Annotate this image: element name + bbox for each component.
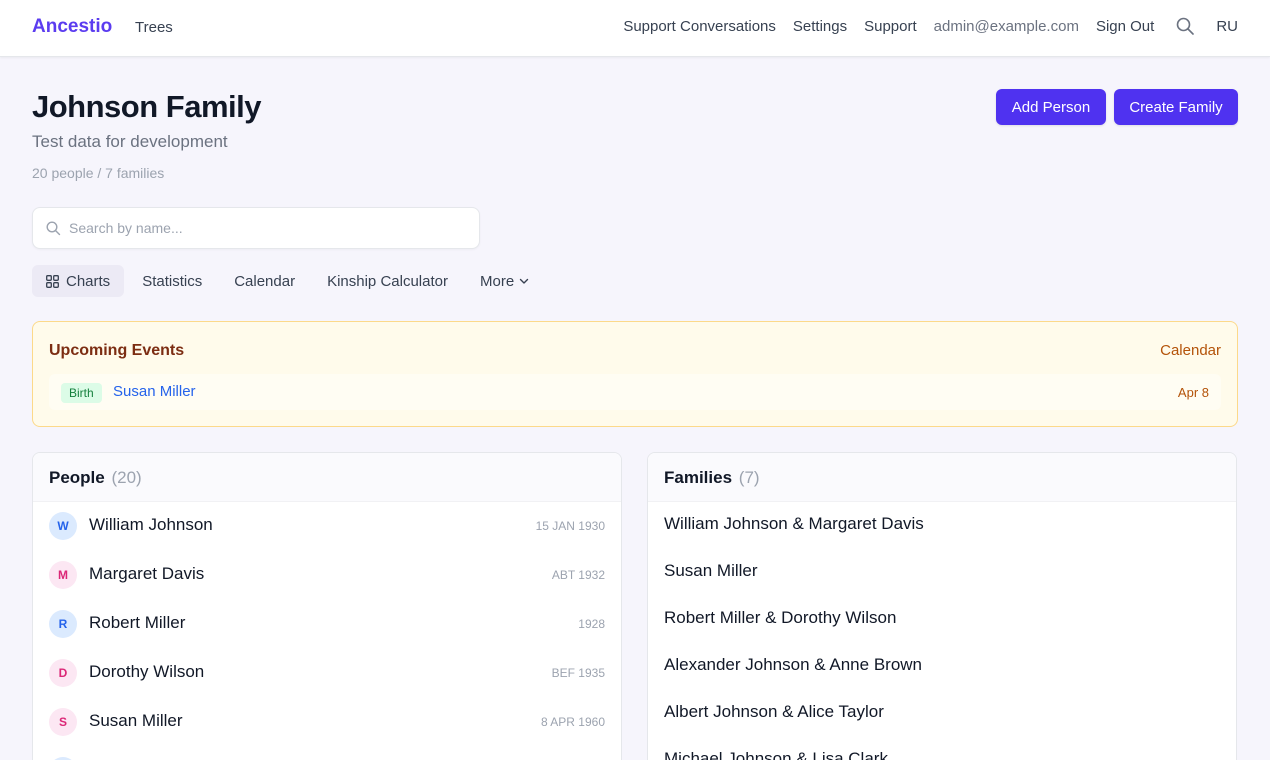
tab-more[interactable]: More: [466, 265, 543, 297]
avatar: W: [49, 512, 77, 540]
person-birth-date: BEF 1935: [551, 666, 605, 680]
person-name: William Johnson: [89, 515, 213, 534]
avatar: R: [49, 610, 77, 638]
family-row[interactable]: Alexander Johnson & Anne Brown: [648, 643, 1236, 690]
families-title: Families: [664, 468, 733, 487]
tab-label: More: [479, 272, 515, 290]
avatar: M: [49, 561, 77, 589]
person-birth-date: 1928: [578, 617, 605, 631]
sign-out-link[interactable]: Sign Out: [1096, 18, 1154, 35]
person-row[interactable]: S Susan Miller 8 APR 1960: [33, 698, 621, 747]
avatar: D: [49, 659, 77, 687]
person-row[interactable]: [33, 747, 621, 760]
person-row[interactable]: M Margaret Davis ABT 1932: [33, 551, 621, 600]
family-row[interactable]: Susan Miller: [648, 549, 1236, 596]
nav-link-support-conversations[interactable]: Support Conversations: [623, 18, 776, 35]
nav-link-trees[interactable]: Trees: [135, 19, 173, 36]
family-row[interactable]: Albert Johnson & Alice Taylor: [648, 690, 1236, 737]
chevron-down-icon: [519, 278, 529, 284]
nav-link-settings[interactable]: Settings: [793, 18, 847, 35]
people-count: (20): [111, 468, 142, 487]
person-name: Robert Miller: [89, 613, 186, 632]
event-date: Apr 8: [1177, 385, 1209, 400]
family-row[interactable]: Robert Miller & Dorothy Wilson: [648, 596, 1236, 643]
search-box: [32, 207, 480, 249]
people-title: People: [49, 468, 105, 487]
tab-kinship-calculator[interactable]: Kinship Calculator: [313, 265, 462, 297]
user-email[interactable]: admin@example.com: [934, 18, 1079, 35]
search-icon[interactable]: [1176, 17, 1195, 35]
language-switcher[interactable]: RU: [1216, 18, 1238, 35]
family-row[interactable]: William Johnson & Margaret Davis: [648, 502, 1236, 549]
avatar: S: [49, 708, 77, 736]
tab-charts[interactable]: Charts: [32, 265, 125, 297]
page-title: Johnson Family: [32, 89, 261, 124]
families-panel-header: Families (7): [648, 453, 1236, 502]
person-row[interactable]: D Dorothy Wilson BEF 1935: [33, 649, 621, 698]
nav-right-group: Support Conversations Settings Support a…: [606, 17, 1238, 35]
families-panel: Families (7) William Johnson & Margaret …: [647, 452, 1237, 760]
upcoming-events-title: Upcoming Events: [49, 342, 185, 359]
tree-tabs: Charts Statistics Calendar Kinship Calcu…: [32, 265, 547, 297]
tab-label: Charts: [66, 272, 111, 290]
tab-calendar[interactable]: Calendar: [220, 265, 309, 297]
person-birth-date: 15 JAN 1930: [535, 519, 605, 533]
person-birth-date: 8 APR 1960: [540, 715, 605, 729]
person-row[interactable]: W William Johnson 15 JAN 1930: [33, 502, 621, 551]
people-list: W William Johnson 15 JAN 1930 M Margaret…: [33, 502, 621, 760]
brand-logo[interactable]: Ancestio: [32, 16, 112, 38]
event-person-link[interactable]: Susan Miller: [113, 383, 196, 400]
top-navigation-bar: Ancestio Trees Support Conversations Set…: [0, 0, 1270, 57]
person-birth-date: ABT 1932: [551, 568, 605, 582]
search-field-icon: [46, 221, 61, 236]
families-count: (7): [738, 468, 760, 487]
tab-label: Calendar: [234, 272, 296, 290]
nav-link-support[interactable]: Support: [864, 18, 917, 35]
person-name: Dorothy Wilson: [89, 662, 205, 681]
tab-label: Statistics: [142, 272, 203, 290]
person-name: Margaret Davis: [89, 564, 205, 583]
grid-icon: [46, 274, 59, 288]
family-row[interactable]: Michael Johnson & Lisa Clark: [648, 737, 1236, 760]
event-type-badge: Birth: [61, 383, 102, 403]
add-person-button[interactable]: Add Person: [996, 89, 1106, 125]
event-row: Birth Susan Miller Apr 8: [49, 374, 1221, 410]
person-row[interactable]: R Robert Miller 1928: [33, 600, 621, 649]
tab-statistics[interactable]: Statistics: [128, 265, 216, 297]
tab-label: Kinship Calculator: [327, 272, 448, 290]
people-panel-header: People (20): [33, 453, 621, 502]
page-subtitle: Test data for development: [32, 132, 228, 151]
upcoming-events-card: Upcoming Events Calendar Birth Susan Mil…: [32, 321, 1238, 427]
families-list: William Johnson & Margaret Davis Susan M…: [648, 502, 1236, 760]
calendar-link[interactable]: Calendar: [1160, 342, 1221, 359]
tree-stats: 20 people / 7 families: [32, 165, 165, 181]
people-panel: People (20) W William Johnson 15 JAN 193…: [32, 452, 622, 760]
create-family-button[interactable]: Create Family: [1114, 89, 1238, 125]
person-name: Susan Miller: [89, 711, 183, 730]
search-input[interactable]: [69, 208, 469, 248]
